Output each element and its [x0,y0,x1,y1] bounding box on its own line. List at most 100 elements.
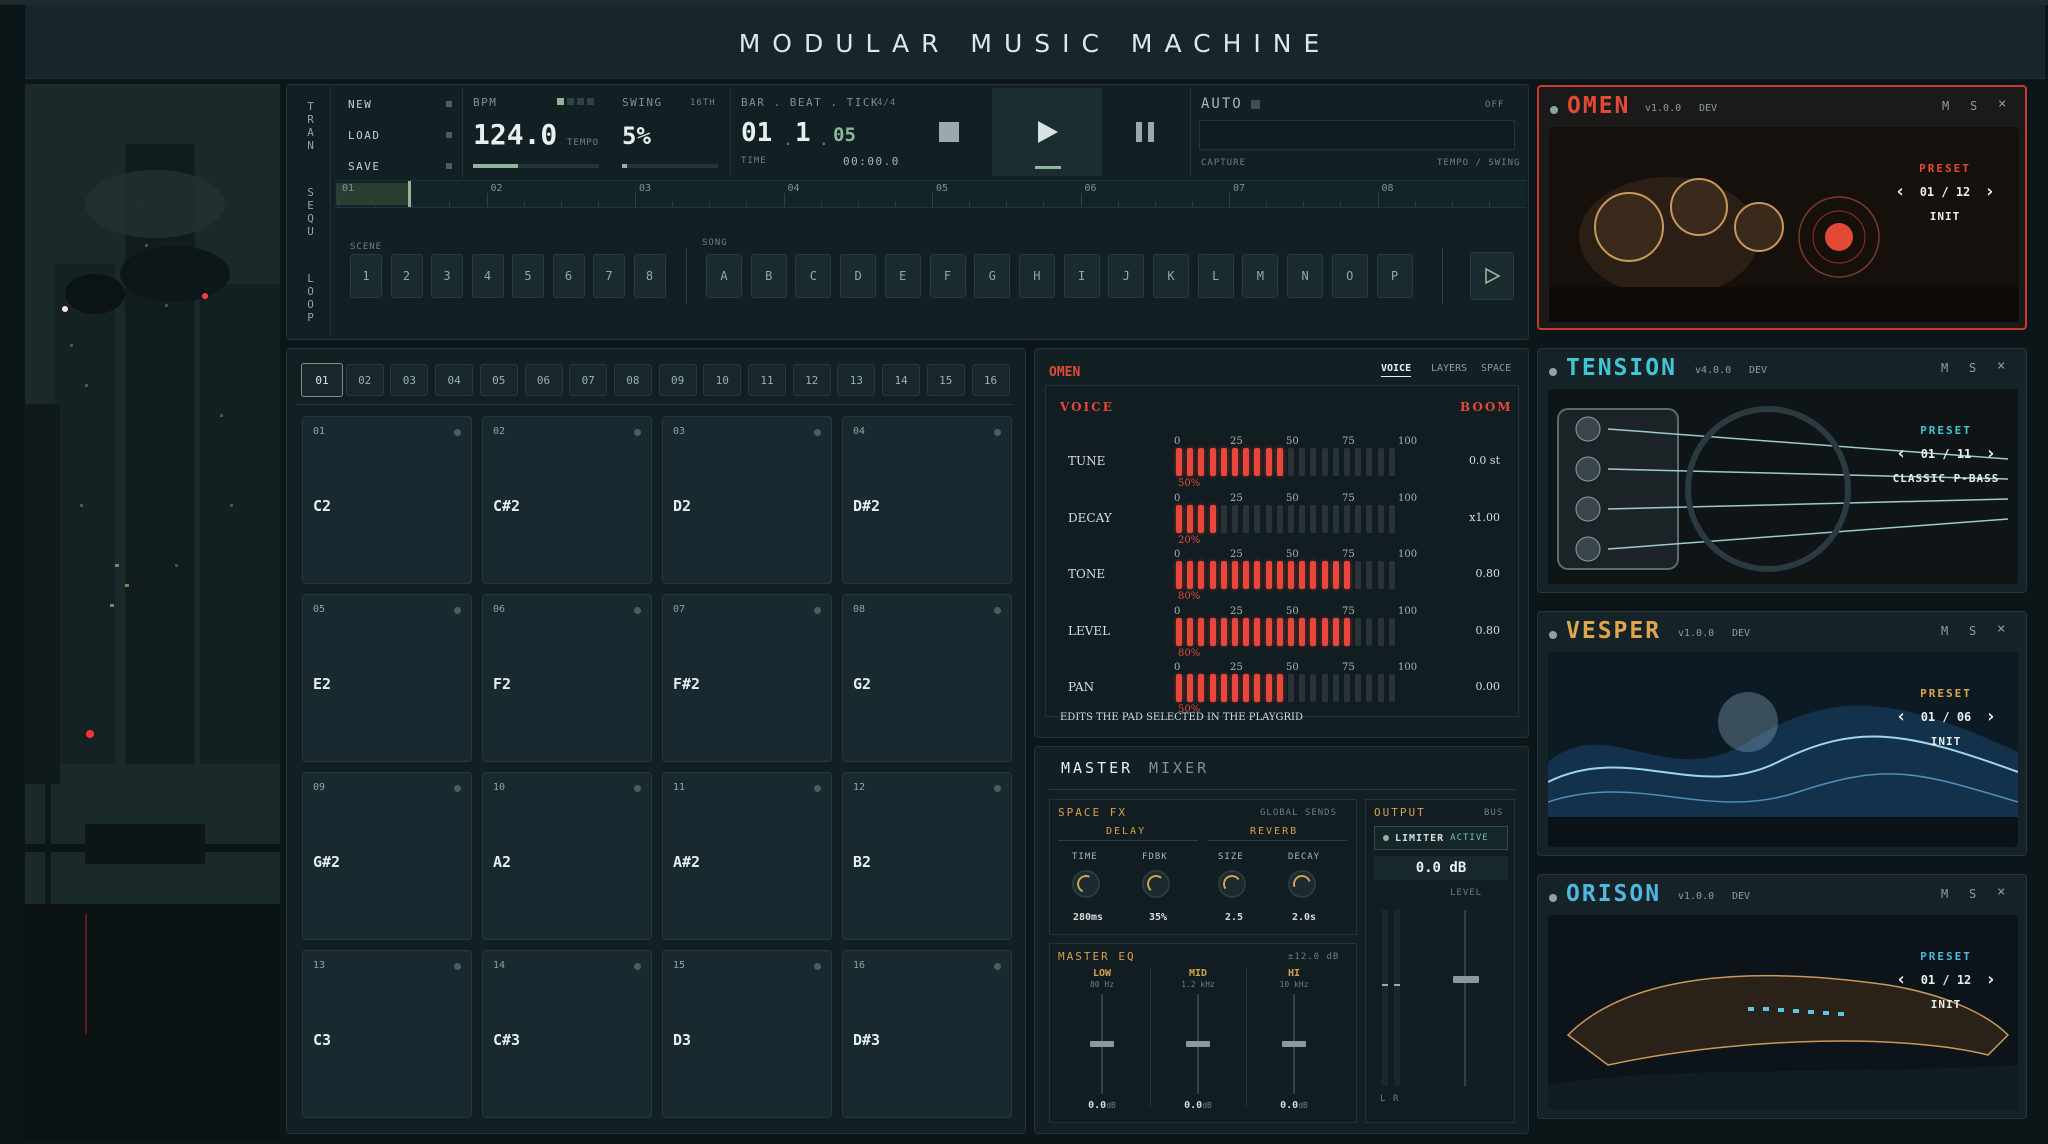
slot-close-button[interactable]: × [1998,96,2006,112]
song-button-F[interactable]: F [929,254,966,298]
meter-pan[interactable] [1176,674,1406,704]
scene-button-4[interactable]: 4 [471,254,504,298]
tab-master[interactable]: MASTER [1061,759,1133,777]
slot-close-button[interactable]: × [1997,358,2005,374]
tab-space[interactable]: SPACE [1481,363,1511,374]
sequence-ruler[interactable]: 01 02 03 04 05 06 07 08 [334,180,1526,208]
pad-13[interactable]: 13 C3 [302,950,472,1118]
pattern-tab-13[interactable]: 13 [837,364,876,396]
pad-02[interactable]: 02 C#2 [482,416,652,584]
tab-layers[interactable]: LAYERS [1431,363,1467,374]
pattern-tab-04[interactable]: 04 [435,364,474,396]
pattern-tab-15[interactable]: 15 [926,364,965,396]
meter-level[interactable] [1176,617,1406,648]
pattern-tab-09[interactable]: 09 [658,364,697,396]
scene-button-5[interactable]: 5 [512,254,544,298]
pattern-tab-08[interactable]: 08 [613,364,652,396]
song-play-button[interactable] [1470,252,1514,300]
scene-button-8[interactable]: 8 [633,254,666,298]
song-button-I[interactable]: I [1063,254,1100,298]
tab-voice[interactable]: VOICE [1381,363,1412,377]
song-button-H[interactable]: H [1018,254,1055,298]
pad-06[interactable]: 06 F2 [482,594,652,762]
song-button-J[interactable]: J [1108,254,1145,298]
slot-close-button[interactable]: × [1997,884,2005,900]
pattern-tab-10[interactable]: 10 [703,364,742,396]
pad-03[interactable]: 03 D2 [662,416,832,584]
chevron-right-icon[interactable]: › [1984,181,1995,202]
slot-power-led[interactable] [1550,106,1558,114]
pattern-tab-12[interactable]: 12 [792,364,831,396]
song-button-B[interactable]: B [750,254,787,298]
output-fader[interactable] [1453,976,1479,983]
pad-12[interactable]: 12 B2 [842,772,1012,940]
pause-button[interactable] [1104,88,1186,176]
song-button-C[interactable]: C [795,254,832,298]
song-button-A[interactable]: A [706,254,742,298]
chevron-right-icon[interactable]: › [1985,969,1996,990]
pattern-tab-06[interactable]: 06 [524,364,563,396]
pad-09[interactable]: 09 G#2 [302,772,472,940]
pattern-tab-02[interactable]: 02 [345,364,384,396]
slot-solo-button[interactable]: S [1969,624,1976,638]
slot-power-led[interactable] [1549,894,1557,902]
chevron-right-icon[interactable]: › [1985,706,1996,727]
play-button[interactable] [992,88,1102,176]
song-button-O[interactable]: O [1331,254,1368,298]
instrument-slot-omen[interactable]: OMEN v1.0.0 DEV M S × PRESET ‹ 01 / 12 › INIT [1537,85,2027,330]
eq-fader-hi[interactable] [1282,1041,1306,1047]
chevron-left-icon[interactable]: ‹ [1896,706,1907,727]
pad-01[interactable]: 01 C2 [302,416,472,584]
scene-button-3[interactable]: 3 [431,254,463,298]
stop-button[interactable] [908,88,990,176]
pattern-tab-07[interactable]: 07 [569,364,608,396]
slot-power-led[interactable] [1549,368,1557,376]
knob-time[interactable] [1072,870,1100,898]
scene-button-6[interactable]: 6 [552,254,585,298]
instrument-slot-vesper[interactable]: VESPER v1.0.0 DEV M S × PRESET ‹ 01 / 06 › INIT [1537,611,2027,856]
meter-tune[interactable] [1176,448,1406,478]
song-button-D[interactable]: D [840,254,877,298]
knob-fdbk[interactable] [1142,870,1170,898]
pad-15[interactable]: 15 D3 [662,950,832,1118]
meter-decay[interactable] [1176,504,1406,535]
pattern-tab-16[interactable]: 16 [971,364,1010,396]
pattern-tab-11[interactable]: 11 [748,364,786,396]
tab-mixer[interactable]: MIXER [1149,759,1209,777]
meter-tone[interactable] [1176,561,1406,591]
slot-mute-button[interactable]: M [1941,361,1948,375]
song-button-E[interactable]: E [884,254,921,298]
pad-07[interactable]: 07 F#2 [662,594,832,762]
pad-14[interactable]: 14 C#3 [482,950,652,1118]
song-button-P[interactable]: P [1376,254,1413,298]
tempo-control[interactable]: BPM 124.0 TEMPO [462,88,602,178]
pad-11[interactable]: 11 A#2 [662,772,832,940]
automation-lane[interactable] [1199,120,1515,150]
slot-solo-button[interactable]: S [1969,361,1976,375]
chevron-left-icon[interactable]: ‹ [1895,181,1906,202]
pad-16[interactable]: 16 D#3 [842,950,1012,1118]
swing-control[interactable]: SWING 16TH 5% [610,88,722,178]
slot-solo-button[interactable]: S [1970,99,1977,113]
pattern-tab-14[interactable]: 14 [882,364,921,396]
slot-mute-button[interactable]: M [1941,887,1948,901]
pad-04[interactable]: 04 D#2 [842,416,1012,584]
save-button[interactable]: SAVE [348,154,452,178]
auto-toggle[interactable] [1251,100,1260,109]
slot-solo-button[interactable]: S [1969,887,1976,901]
scene-button-7[interactable]: 7 [593,254,625,298]
song-button-N[interactable]: N [1287,254,1324,298]
slot-close-button[interactable]: × [1997,621,2005,637]
slot-mute-button[interactable]: M [1941,624,1948,638]
knob-size[interactable] [1218,870,1246,898]
instrument-slot-tension[interactable]: TENSION v4.0.0 DEV M S × PRESET ‹ 01 / 11 › CLASSI… [1537,348,2027,593]
pad-10[interactable]: 10 A2 [482,772,652,940]
instrument-slot-orison[interactable]: ORISON v1.0.0 DEV M S × PRESET ‹ 01 / 12 › INIT [1537,874,2027,1119]
pad-05[interactable]: 05 E2 [302,594,472,762]
playhead[interactable] [408,181,411,207]
chevron-left-icon[interactable]: ‹ [1896,443,1907,464]
scene-button-1[interactable]: 1 [350,254,382,298]
eq-fader-mid[interactable] [1186,1041,1210,1047]
load-button[interactable]: LOAD [348,123,452,147]
slot-mute-button[interactable]: M [1942,99,1949,113]
